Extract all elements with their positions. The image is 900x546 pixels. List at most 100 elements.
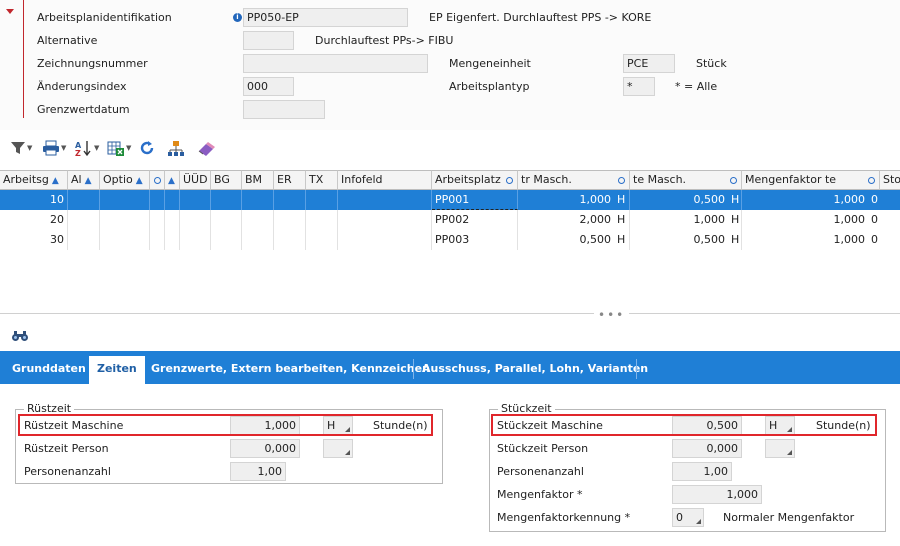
cell-bg (211, 210, 242, 230)
stueckzeit-person-unit-select[interactable] (765, 439, 795, 458)
col-header-bm[interactable]: BM (242, 170, 274, 190)
grenzwertdatum-label: Grenzwertdatum (37, 103, 130, 116)
print-icon[interactable]: ▼ (42, 139, 66, 157)
tab-separator (636, 359, 637, 379)
export-excel-icon[interactable]: ▼ (107, 139, 131, 157)
ruestzeit-personenanzahl-field[interactable]: 1,00 (230, 462, 286, 481)
info-icon[interactable]: i (233, 13, 242, 22)
table-row[interactable]: 10 PP001 1,000 H 0,500 H 1,000 0 (0, 190, 900, 210)
cell-sto: 0 (871, 193, 878, 206)
cell-sto: 0 (871, 233, 878, 246)
ruestzeit-person-label: Rüstzeit Person (24, 442, 109, 455)
col-header-tr-masch[interactable]: tr Masch. (518, 170, 630, 190)
tab-zeiten[interactable]: Zeiten (89, 356, 145, 384)
cell-empty (150, 190, 165, 210)
cell-mengenfaktor: 1,000 (833, 233, 866, 246)
ruestzeit-person-field[interactable]: 0,000 (230, 439, 300, 458)
stueckzeit-person-label: Stückzeit Person (497, 442, 589, 455)
col-header-er[interactable]: ER (274, 170, 306, 190)
col-header-circle[interactable] (150, 170, 165, 190)
cell-tr-masch: 2,000 (579, 213, 612, 226)
highlight-box (18, 414, 433, 436)
eraser-icon[interactable] (197, 139, 217, 157)
col-header-te-masch[interactable]: te Masch. (630, 170, 742, 190)
filter-icon[interactable]: ▼ (10, 139, 32, 157)
table-row[interactable]: 30 PP003 0,500 H 0,500 H 1,000 0 (0, 230, 900, 250)
cell-tr-masch: 1,000 (579, 193, 612, 206)
stueckzeit-personenanzahl-label: Personenanzahl (497, 465, 584, 478)
arbeitsplantyp-label: Arbeitsplantyp (449, 80, 530, 93)
col-header-uued[interactable]: ÜÜD (180, 170, 211, 190)
cell-te-masch: 0,500 (693, 193, 726, 206)
arbeitsplantyp-field[interactable]: * (623, 77, 655, 96)
cell-te-masch: 0,500 (693, 233, 726, 246)
cell-empty (165, 230, 180, 250)
col-header-optio[interactable]: Optio ▲ (100, 170, 150, 190)
arbeitsplan-field[interactable]: PP050-EP (243, 8, 408, 27)
binoculars-icon[interactable] (11, 330, 29, 345)
col-header-tx[interactable]: TX (306, 170, 338, 190)
aenderungsindex-label: Änderungsindex (37, 80, 127, 93)
tab-grunddaten[interactable]: Grunddaten (4, 351, 94, 384)
cell-tr-unit: H (614, 190, 630, 210)
col-header-mengenfaktor-te[interactable]: Mengenfaktor te (742, 170, 880, 190)
pane-splitter[interactable] (0, 313, 900, 314)
cell-mengenfaktor: 1,000 (833, 213, 866, 226)
col-header-sort[interactable]: ▲ (165, 170, 180, 190)
cell-infofeld (338, 190, 432, 210)
cell-uued (180, 190, 211, 210)
mengeneinheit-field[interactable]: PCE (623, 54, 675, 73)
highlight-box (491, 414, 877, 436)
cell-arbeitsplatz: PP002 (432, 210, 518, 230)
splitter-handle[interactable]: ••• (594, 308, 630, 322)
col-header-sto[interactable]: Sto (880, 170, 900, 190)
col-header-bg[interactable]: BG (211, 170, 242, 190)
cell-empty (165, 210, 180, 230)
mengeneinheit-description: Stück (696, 57, 727, 70)
ruestzeit-person-unit-select[interactable] (323, 439, 353, 458)
mengenfaktorkennung-label: Mengenfaktorkennung * (497, 511, 631, 524)
cell-tx (306, 190, 338, 210)
zeichnungsnummer-field[interactable] (243, 54, 428, 73)
mengenfaktor-field[interactable]: 1,000 (672, 485, 762, 504)
mengeneinheit-label: Mengeneinheit (449, 57, 531, 70)
cell-bm (242, 190, 274, 210)
collapse-triangle-icon[interactable] (6, 9, 14, 14)
cell-tx (306, 210, 338, 230)
cell-te-masch: 1,000 (693, 213, 726, 226)
cell-er (274, 190, 306, 210)
tab-ausschuss[interactable]: Ausschuss, Parallel, Lohn, Varianten (414, 351, 656, 384)
sort-az-icon[interactable]: A Z ▼ (75, 139, 99, 157)
detail-tab-bar: Grunddaten Zeiten Grenzwerte, Extern bea… (0, 351, 900, 384)
cell-uued (180, 230, 211, 250)
hierarchy-icon[interactable] (167, 139, 185, 157)
mengenfaktorkennung-select[interactable]: 0 (672, 508, 704, 527)
cell-arbeitsgang: 30 (0, 230, 68, 250)
grenzwertdatum-field[interactable] (243, 100, 325, 119)
cell-te-unit: H (728, 210, 742, 230)
arbeitsplan-label: Arbeitsplanidentifikation (37, 11, 172, 24)
cell-er (274, 230, 306, 250)
svg-text:Z: Z (75, 149, 81, 157)
table-row[interactable]: 20 PP002 2,000 H 1,000 H 1,000 0 (0, 210, 900, 230)
col-header-arbeitsgang[interactable]: Arbeitsg ▲ (0, 170, 68, 190)
aenderungsindex-field[interactable]: 000 (243, 77, 294, 96)
cell-tx (306, 230, 338, 250)
col-header-arbeitsplatz[interactable]: Arbeitsplatz (432, 170, 518, 190)
cell-arbeitsgang: 20 (0, 210, 68, 230)
cell-optio (100, 230, 150, 250)
cell-optio (100, 210, 150, 230)
stueckzeit-person-field[interactable]: 0,000 (672, 439, 742, 458)
cell-bg (211, 230, 242, 250)
ruestzeit-personenanzahl-label: Personenanzahl (24, 465, 111, 478)
tab-grenzwerte[interactable]: Grenzwerte, Extern bearbeiten, Kennzeich… (143, 351, 438, 384)
cell-tr-masch: 0,500 (579, 233, 612, 246)
col-header-infofeld[interactable]: Infofeld (338, 170, 432, 190)
col-header-al[interactable]: Al ▲ (68, 170, 100, 190)
refresh-icon[interactable] (138, 139, 156, 157)
cell-bm (242, 210, 274, 230)
cell-tr-unit: H (614, 210, 630, 230)
stueckzeit-personenanzahl-field[interactable]: 1,00 (672, 462, 732, 481)
alternative-field[interactable] (243, 31, 294, 50)
arbeitsplantyp-description: * = Alle (675, 80, 718, 93)
